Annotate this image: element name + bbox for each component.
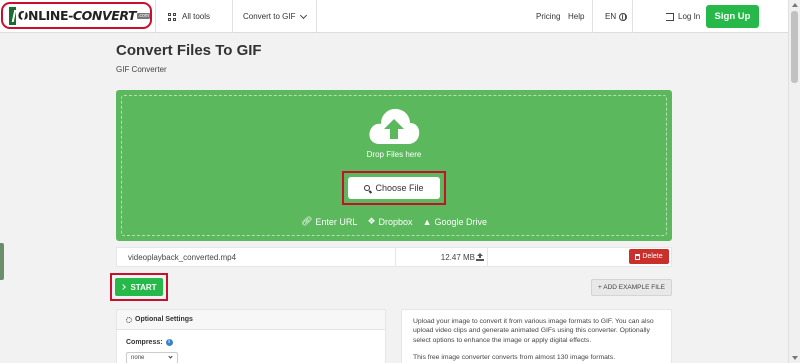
dropbox-link[interactable]: ❖ Dropbox	[367, 216, 412, 227]
delete-file-button[interactable]: Delete	[629, 249, 669, 264]
uploaded-file-row: videoplayback_converted.mp4 12.47 MB	[116, 247, 672, 267]
description-paragraph: Upload your image to convert it from var…	[413, 318, 654, 344]
upload-sources: 🔗︎ Enter URL ❖ Dropbox ▲ Google Drive	[116, 216, 672, 227]
chevron-down-icon	[168, 354, 173, 359]
trash-icon	[635, 253, 641, 260]
logo-text: ONLINE-CONVERT	[17, 8, 137, 23]
signup-button[interactable]: Sign Up	[706, 5, 759, 28]
top-navbar: ONLINE-CONVERT .com All tools Convert to…	[0, 0, 788, 33]
pricing-link[interactable]: Pricing	[536, 0, 560, 33]
file-name: videoplayback_converted.mp4	[128, 253, 237, 262]
convert-to-label: Convert to GIF	[243, 12, 296, 21]
language-label: EN	[605, 12, 617, 21]
nav-divider	[632, 0, 633, 33]
scroll-thumb[interactable]	[791, 11, 798, 83]
side-feedback-tab[interactable]	[0, 243, 4, 280]
file-size: 12.47 MB	[440, 253, 475, 262]
choose-file-label: Choose File	[375, 183, 424, 193]
help-link[interactable]: Help	[568, 0, 584, 33]
chevron-down-icon	[300, 11, 308, 19]
globe-icon	[619, 12, 628, 21]
google-drive-link[interactable]: ▲ Google Drive	[423, 216, 487, 227]
scroll-down-arrow[interactable]	[792, 356, 798, 360]
compress-label: Compress: i	[126, 339, 173, 346]
site-logo[interactable]: ONLINE-CONVERT .com	[1, 2, 152, 29]
logo-mark-icon	[9, 6, 16, 25]
optional-settings-header: Optional Settings	[117, 310, 385, 330]
login-link[interactable]: Log In	[666, 0, 700, 33]
all-tools-label: All tools	[182, 12, 211, 21]
nav-divider	[232, 0, 233, 33]
search-icon	[364, 185, 371, 191]
upload-icon	[476, 253, 484, 261]
optional-settings-title: Optional Settings	[135, 316, 193, 323]
dropbox-icon: ❖	[367, 216, 376, 226]
language-selector[interactable]: EN	[605, 0, 628, 33]
optional-settings-panel: Optional Settings Compress: i none	[116, 309, 386, 363]
login-label: Log In	[678, 12, 701, 21]
converter-description: Upload your image to convert it from var…	[401, 309, 672, 363]
gear-icon	[126, 316, 132, 323]
nav-divider	[155, 0, 156, 33]
page-subtitle: GIF Converter	[116, 65, 167, 74]
delete-label: Delete	[642, 253, 663, 260]
nav-divider	[592, 0, 593, 33]
add-example-file-button[interactable]: + ADD EXAMPLE FILE	[591, 279, 672, 296]
all-tools-menu[interactable]: All tools	[168, 0, 210, 33]
compress-select[interactable]: none	[126, 352, 178, 363]
start-button[interactable]: START	[115, 278, 163, 296]
choose-file-button[interactable]: Choose File	[348, 177, 440, 199]
start-label: START	[130, 282, 157, 292]
description-paragraph: This free image converter converts from …	[413, 354, 616, 361]
grid-icon	[168, 12, 176, 21]
scroll-up-arrow[interactable]	[792, 3, 798, 7]
vertical-scrollbar[interactable]	[788, 0, 800, 363]
cloud-upload-icon	[369, 108, 420, 144]
enter-url-link[interactable]: 🔗︎ Enter URL	[301, 216, 357, 227]
logo-suffix: .com	[137, 12, 150, 19]
enter-url-label: Enter URL	[315, 216, 358, 227]
link-icon: 🔗︎	[300, 216, 313, 226]
dropbox-label: Dropbox	[378, 216, 413, 227]
info-icon[interactable]: i	[165, 339, 173, 346]
arrow-right-icon	[120, 284, 127, 290]
google-drive-label: Google Drive	[434, 216, 488, 227]
google-drive-icon: ▲	[422, 216, 432, 227]
login-icon	[666, 12, 674, 21]
nav-divider	[316, 0, 317, 33]
page-title: Convert Files To GIF	[116, 42, 262, 59]
drop-files-text: Drop Files here	[366, 150, 422, 159]
compress-value: none	[131, 355, 145, 361]
convert-to-menu[interactable]: Convert to GIF	[243, 0, 308, 33]
cell-divider	[487, 248, 488, 266]
